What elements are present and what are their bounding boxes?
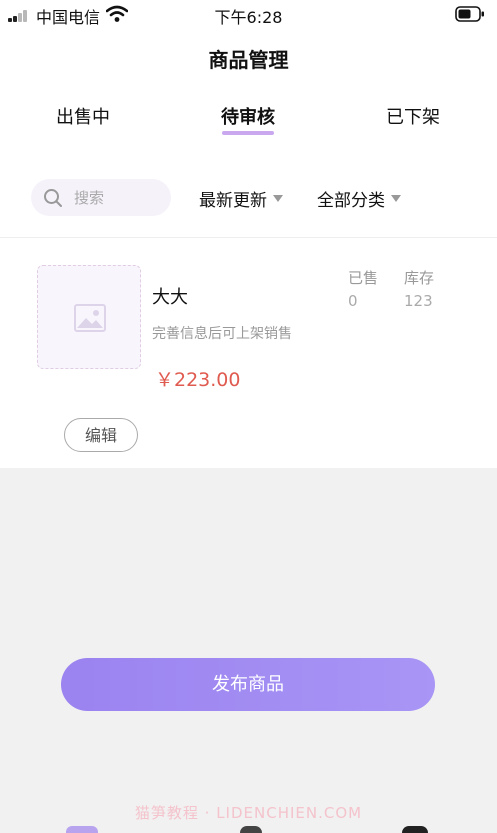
tab-on-sale[interactable]: 出售中 [28, 103, 138, 129]
search-placeholder: 搜索 [74, 189, 105, 207]
tabbar-icon-peek[interactable] [66, 826, 98, 833]
active-tab-indicator [222, 131, 274, 135]
category-dropdown[interactable]: 全部分类 [317, 186, 401, 211]
sort-dropdown[interactable]: 最新更新 [199, 186, 283, 211]
tabbar-icon-peek[interactable] [240, 826, 262, 833]
product-price: ￥223.00 [155, 369, 241, 391]
status-time: 下午6:28 [214, 8, 283, 27]
image-placeholder-icon [74, 304, 106, 332]
search-input[interactable]: 搜索 [31, 179, 171, 216]
product-thumbnail[interactable] [37, 265, 141, 369]
sold-value: 0 [348, 292, 358, 310]
page-title: 商品管理 [208, 48, 289, 72]
stock-label: 库存 [404, 269, 435, 287]
search-icon [44, 189, 62, 207]
sold-label: 已售 [348, 269, 379, 287]
tabbar-icon-peek[interactable] [402, 826, 428, 833]
tab-pending-review[interactable]: 待审核 [193, 103, 303, 129]
category-label: 全部分类 [317, 191, 385, 211]
caret-down-icon [273, 195, 283, 202]
status-bar: 中国电信 下午6:28 [0, 0, 497, 30]
caret-down-icon [391, 195, 401, 202]
battery-icon [455, 6, 484, 22]
product-name: 大大 [152, 287, 188, 308]
sort-label: 最新更新 [199, 191, 267, 211]
watermark: 猫笋教程 · LIDENCHIEN.COM [134, 804, 363, 822]
stock-value: 123 [404, 292, 433, 310]
product-hint: 完善信息后可上架销售 [152, 326, 292, 342]
publish-product-button[interactable]: 发布商品 [61, 658, 435, 711]
divider [0, 237, 497, 238]
tab-delisted[interactable]: 已下架 [358, 103, 468, 129]
edit-button[interactable]: 编辑 [64, 418, 138, 452]
